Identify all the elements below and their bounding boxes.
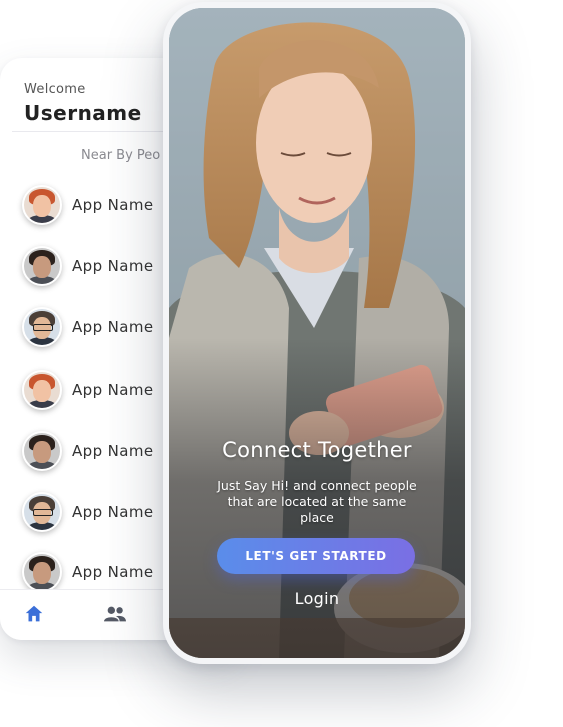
- list-item[interactable]: App Name: [22, 552, 154, 592]
- list-item[interactable]: App Name: [22, 185, 154, 225]
- people-icon[interactable]: [103, 603, 126, 625]
- list-item-label: App Name: [72, 563, 154, 581]
- get-started-button[interactable]: LET'S GET STARTED: [217, 538, 415, 574]
- list-item[interactable]: App Name: [22, 307, 154, 347]
- onboarding-screen: Connect Together Just Say Hi! and connec…: [169, 8, 465, 658]
- list-item[interactable]: App Name: [22, 492, 154, 532]
- login-link[interactable]: Login: [169, 589, 465, 608]
- list-item-label: App Name: [72, 196, 154, 214]
- list-item-label: App Name: [72, 442, 154, 460]
- username-title: Username: [24, 101, 142, 125]
- home-icon[interactable]: [23, 603, 45, 625]
- avatar: [22, 552, 62, 592]
- avatar: [22, 185, 62, 225]
- onboarding-phone: Connect Together Just Say Hi! and connec…: [163, 2, 471, 664]
- onboarding-headline: Connect Together: [222, 438, 412, 462]
- list-item-label: App Name: [72, 318, 154, 336]
- list-item-label: App Name: [72, 257, 154, 275]
- list-item-label: App Name: [72, 381, 154, 399]
- onboarding-subtext: Just Say Hi! and connect people that are…: [217, 478, 417, 525]
- avatar: [22, 307, 62, 347]
- list-item[interactable]: App Name: [22, 246, 154, 286]
- avatar: [22, 370, 62, 410]
- list-item[interactable]: App Name: [22, 431, 154, 471]
- avatar: [22, 431, 62, 471]
- avatar: [22, 492, 62, 532]
- header: Welcome Username: [24, 82, 142, 125]
- list-item-label: App Name: [72, 503, 154, 521]
- welcome-text: Welcome: [24, 82, 86, 97]
- avatar: [22, 246, 62, 286]
- list-item[interactable]: App Name: [22, 370, 154, 410]
- stage: Welcome Username Near By Peo App Name Ap…: [0, 0, 563, 727]
- section-title: Near By Peo: [81, 148, 161, 163]
